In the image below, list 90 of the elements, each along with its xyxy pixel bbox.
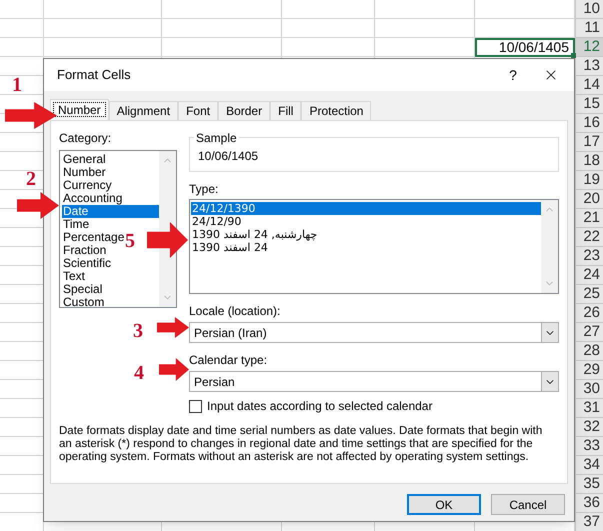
category-item[interactable]: Custom (62, 296, 104, 309)
row-header[interactable]: 37 (575, 513, 603, 531)
sample-value: 10/06/1405 (198, 148, 258, 165)
row-header[interactable]: 23 (575, 247, 603, 266)
row-header[interactable]: 13 (575, 57, 603, 76)
row-header[interactable]: 15 (575, 95, 603, 114)
row-header[interactable]: 11 (575, 19, 603, 38)
tab[interactable]: Fill (270, 101, 302, 120)
help-button[interactable]: ? (498, 64, 528, 86)
sheet-cell[interactable] (44, 19, 162, 38)
dialog-button[interactable]: Cancel (491, 494, 565, 515)
annotation-arrow (157, 317, 189, 338)
category-item[interactable]: Scientific (62, 257, 112, 270)
row-header[interactable]: 30 (575, 380, 603, 399)
dialog-button[interactable]: OK (407, 494, 481, 515)
row-header[interactable]: 29 (575, 361, 603, 380)
category-item[interactable]: Text (62, 270, 86, 283)
row-header[interactable]: 26 (575, 304, 603, 323)
sheet-cell[interactable] (375, 38, 475, 57)
category-item[interactable]: Date (62, 205, 159, 218)
calendar-type-dropdown[interactable]: Persian (189, 371, 559, 392)
row-header[interactable]: 19 (575, 171, 603, 190)
tab[interactable]: Font (178, 101, 218, 120)
type-item[interactable]: 24/12/1390 (191, 202, 541, 215)
row-header[interactable]: 25 (575, 285, 603, 304)
step-number: 4 (134, 361, 144, 386)
window-title: Format Cells (56, 66, 132, 84)
row-header[interactable]: 16 (575, 114, 603, 133)
row-header[interactable]: 33 (575, 437, 603, 456)
sheet-cell[interactable] (282, 38, 375, 57)
locale-label: Locale (location): (189, 303, 282, 320)
row-header[interactable]: 21 (575, 209, 603, 228)
active-cell[interactable]: 10/06/1405 (475, 38, 575, 57)
type-item[interactable]: چهارشنبه, 24 اسفند 1390 (191, 228, 541, 241)
type-item[interactable]: 24/12/90 (191, 215, 541, 228)
tab[interactable]: Border (218, 101, 270, 120)
row-header[interactable]: 17 (575, 133, 603, 152)
sheet-cell[interactable] (162, 0, 282, 19)
category-item[interactable]: Accounting (62, 192, 122, 205)
category-item[interactable]: Fraction (62, 244, 106, 257)
row-header[interactable]: 35 (575, 475, 603, 494)
row-header[interactable]: 31 (575, 399, 603, 418)
sheet-cell[interactable] (162, 38, 282, 57)
sheet-cell[interactable] (0, 19, 44, 38)
category-item[interactable]: Number (62, 166, 106, 179)
category-item[interactable]: Time (62, 218, 90, 231)
sheet-cell[interactable] (44, 0, 162, 19)
row-header[interactable]: 20 (575, 190, 603, 209)
row-header[interactable]: 12 (575, 38, 603, 57)
checkbox-label: Input dates according to selected calendar (207, 398, 432, 415)
row-header[interactable]: 24 (575, 266, 603, 285)
annotation-arrow (159, 358, 189, 381)
checkbox[interactable] (189, 400, 202, 412)
category-label: Category: (59, 130, 112, 147)
annotation-arrow (147, 222, 188, 258)
annotation-arrow (17, 192, 59, 219)
category-item[interactable]: Percentage (62, 231, 124, 244)
row-header[interactable]: 36 (575, 494, 603, 513)
sheet-cell[interactable] (0, 0, 44, 19)
sheet-cell[interactable] (162, 19, 282, 38)
row-header[interactable]: 27 (575, 323, 603, 342)
type-item[interactable]: 24 اسفند 1390 (191, 241, 541, 254)
category-item[interactable]: General (62, 153, 106, 166)
sheet-cell[interactable] (282, 0, 375, 19)
row-header[interactable]: 18 (575, 152, 603, 171)
type-label: Type: (189, 181, 220, 198)
category-item[interactable]: Special (62, 283, 102, 296)
step-number: 5 (125, 229, 135, 254)
description-text: Date formats display date and time serial numbers as date values. Date formats that begin with an asterisk (*) respond to changes in regional date and time settings that are specified for the operating system. Formats without an asterisk are not affected by operating system settings. (59, 425, 544, 464)
sheet-cell[interactable] (0, 38, 44, 57)
sheet-cell[interactable] (44, 38, 162, 57)
tab[interactable]: Alignment (108, 101, 178, 120)
tab[interactable]: Protection (301, 101, 372, 120)
sheet-cell[interactable] (375, 19, 475, 38)
row-header[interactable]: 34 (575, 456, 603, 475)
step-number: 2 (26, 167, 36, 192)
step-number: 3 (133, 319, 143, 344)
category-item[interactable]: Currency (62, 179, 112, 192)
row-header[interactable]: 28 (575, 342, 603, 361)
locale-dropdown[interactable]: Persian (Iran) (189, 322, 559, 343)
step-number: 1 (12, 73, 22, 98)
sheet-cell[interactable] (375, 0, 475, 19)
row-header[interactable]: 22 (575, 228, 603, 247)
annotation-arrow (5, 102, 57, 129)
calendar-type-label: Calendar type: (189, 352, 268, 369)
row-header[interactable]: 10 (575, 0, 603, 19)
row-header[interactable]: 32 (575, 418, 603, 437)
sheet-cell[interactable] (282, 19, 375, 38)
tab[interactable]: Number (50, 99, 109, 120)
row-header[interactable]: 14 (575, 76, 603, 95)
